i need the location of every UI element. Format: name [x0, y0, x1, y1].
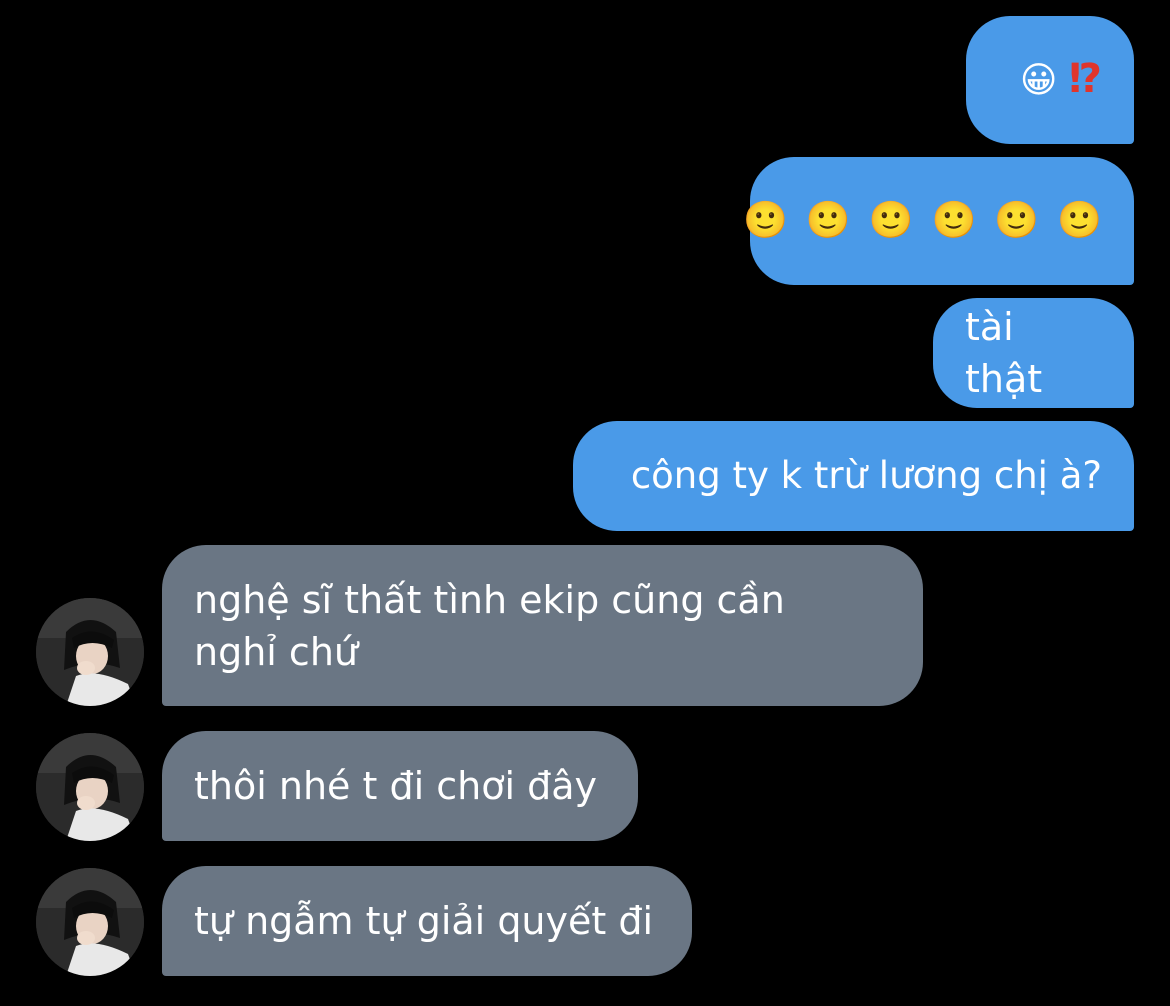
- smiling-emoji-icon: 🙂: [994, 200, 1040, 241]
- message-text: công ty k trừ lương chị à?: [630, 454, 1102, 497]
- contact-avatar[interactable]: [36, 598, 144, 706]
- outgoing-message-3[interactable]: tài thật: [933, 298, 1134, 408]
- outgoing-message-2[interactable]: 🙂 🙂 🙂 🙂 🙂 🙂: [743, 157, 1134, 285]
- contact-avatar-icon: [36, 868, 144, 976]
- incoming-message-2[interactable]: thôi nhé t đi chơi đây: [162, 731, 638, 841]
- outgoing-message-1[interactable]: 😀 ⁉: [966, 16, 1134, 144]
- message-text: nghệ sĩ thất tình ekip cũng cần nghỉ chứ: [194, 574, 785, 678]
- smiling-emoji-icon: 🙂: [931, 200, 977, 241]
- smiling-emoji-icon: 🙂: [743, 200, 788, 241]
- incoming-message-3[interactable]: tự ngẫm tự giải quyết đi: [162, 866, 692, 976]
- smiling-emoji-icon: 🙂: [1057, 200, 1102, 241]
- exclamation-question-icon: ⁉: [1068, 56, 1102, 102]
- message-text: 😀 ⁉: [1020, 53, 1102, 107]
- contact-avatar-icon: [36, 598, 144, 706]
- message-line: nghệ sĩ thất tình ekip cũng cần: [194, 577, 785, 622]
- smiling-emoji-icon: 🙂: [868, 200, 914, 241]
- message-text: tài thật: [965, 305, 1043, 401]
- smiling-emoji-icon: 🙂: [805, 200, 851, 241]
- grinning-emoji-icon: 😀: [1019, 60, 1058, 101]
- message-line: nghỉ chứ: [194, 629, 358, 674]
- contact-avatar-icon: [36, 733, 144, 841]
- message-text: tự ngẫm tự giải quyết đi: [194, 899, 654, 943]
- message-text: thôi nhé t đi chơi đây: [194, 764, 597, 808]
- incoming-message-1[interactable]: nghệ sĩ thất tình ekip cũng cần nghỉ chứ: [162, 545, 923, 706]
- emoji-row: 🙂 🙂 🙂 🙂 🙂 🙂: [743, 201, 1102, 241]
- outgoing-message-4[interactable]: công ty k trừ lương chị à?: [573, 421, 1134, 531]
- contact-avatar[interactable]: [36, 733, 144, 841]
- contact-avatar[interactable]: [36, 868, 144, 976]
